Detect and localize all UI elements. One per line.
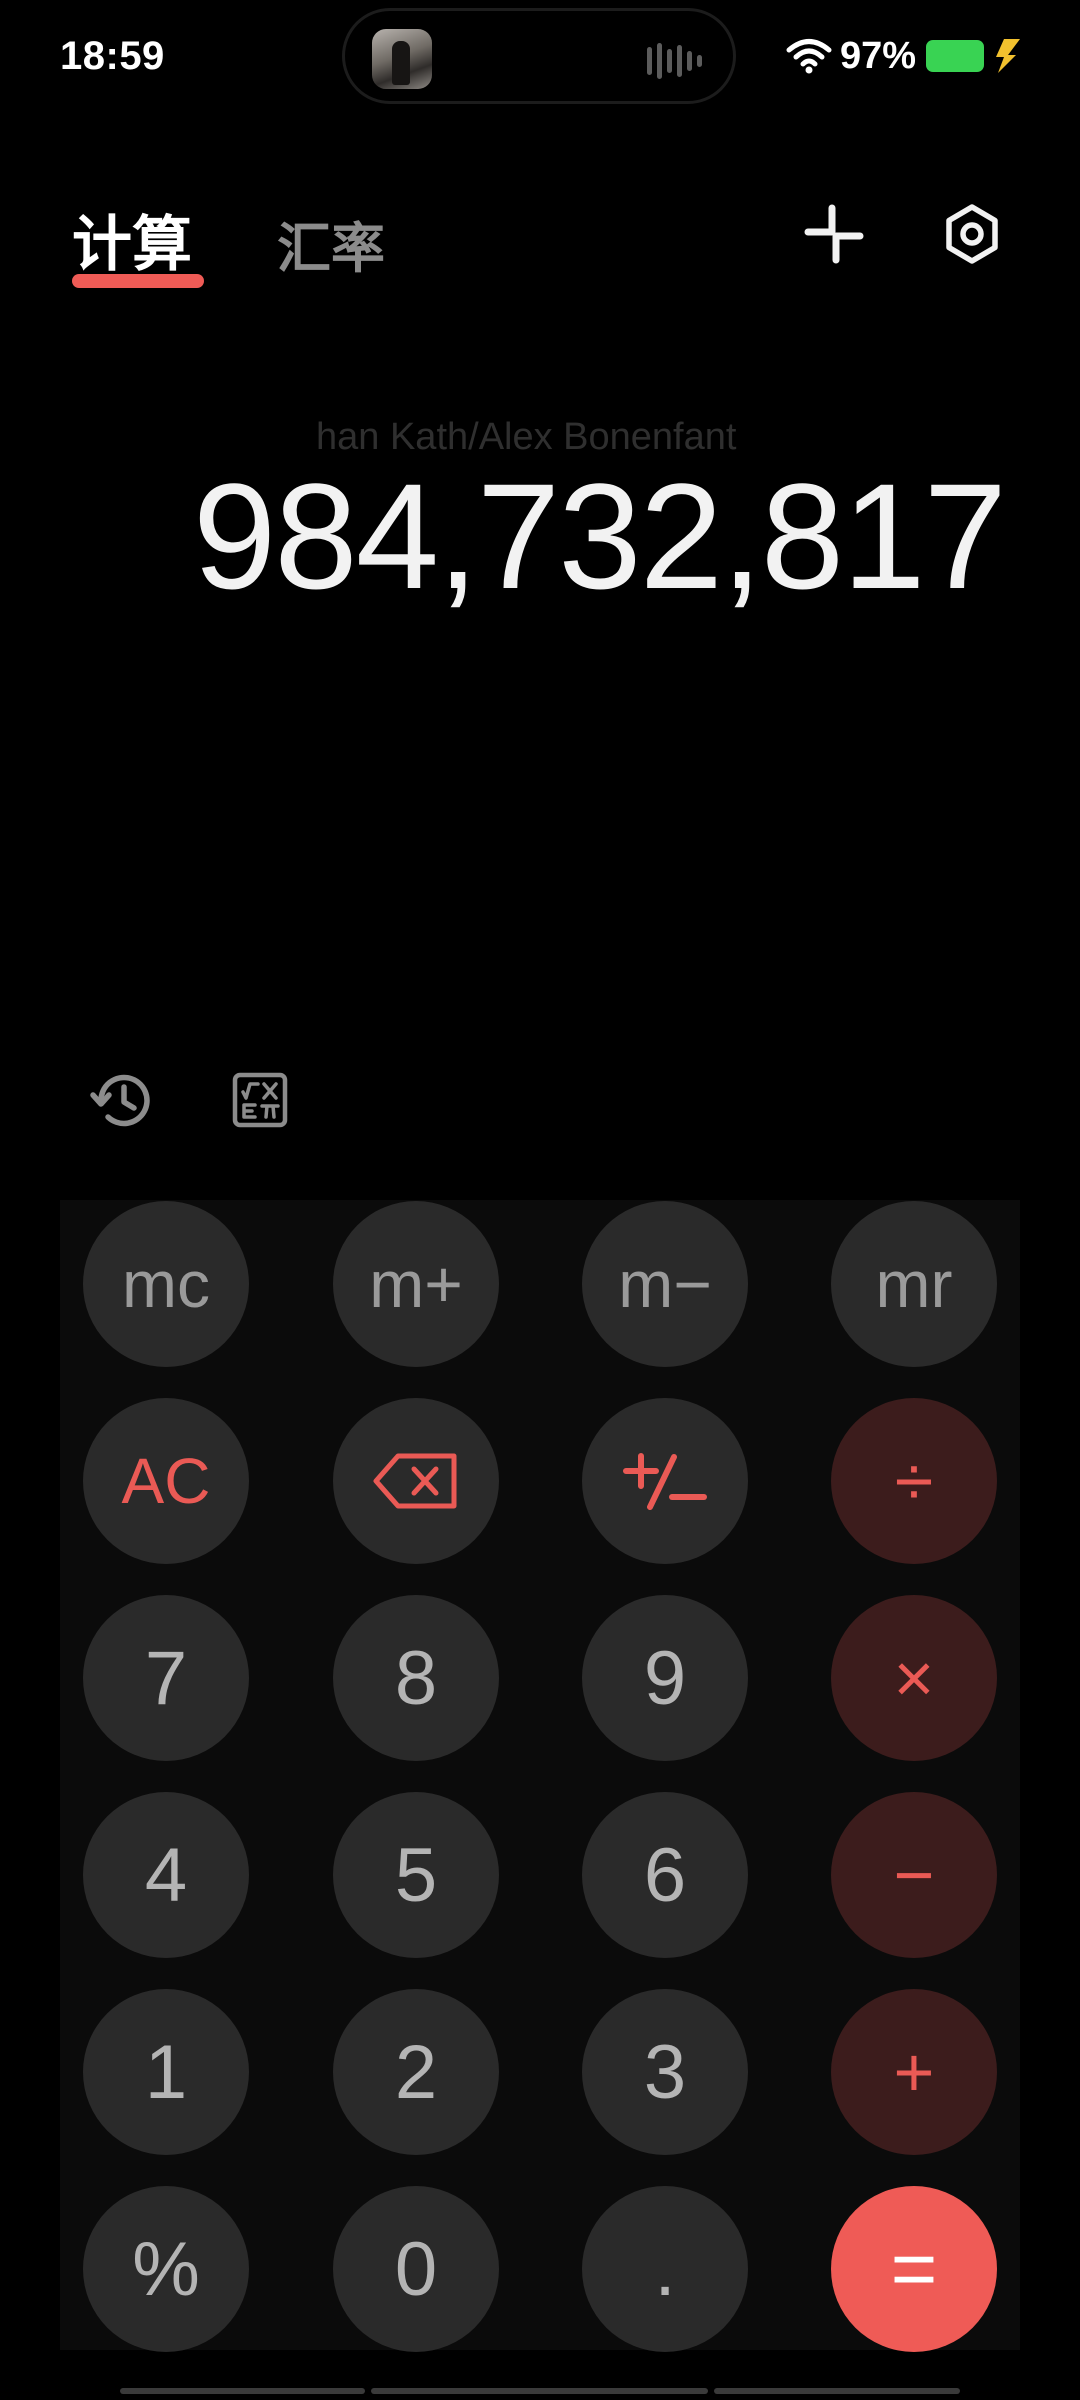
backspace-button[interactable] xyxy=(333,1398,499,1564)
nav-gesture-bar-left xyxy=(120,2388,365,2394)
plus-minus-icon xyxy=(623,1453,707,1510)
digit-4-button[interactable]: 4 xyxy=(83,1792,249,1958)
history-icon[interactable] xyxy=(90,1068,156,1134)
charging-icon xyxy=(996,39,1020,73)
status-indicators: 97% xyxy=(786,28,1022,84)
dynamic-island[interactable] xyxy=(342,8,736,104)
digit-9-button[interactable]: 9 xyxy=(582,1595,748,1761)
mr-button[interactable]: mr xyxy=(831,1201,997,1367)
tab-active-indicator xyxy=(72,274,204,288)
nav-gesture-bar-right xyxy=(714,2388,960,2394)
tab-exchange-rate[interactable]: 汇率 xyxy=(277,204,385,283)
result-display: 984,732,817 xyxy=(192,452,1007,620)
digit-6-button[interactable]: 6 xyxy=(582,1792,748,1958)
audio-wave-icon xyxy=(647,43,702,79)
digit-3-button[interactable]: 3 xyxy=(582,1989,748,2155)
keypad: mc m+ m− mr AC ÷ 7 8 9 × 4 5 6 − 1 2 3 +… xyxy=(60,1200,1020,2352)
digit-5-button[interactable]: 5 xyxy=(333,1792,499,1958)
status-bar: 18:59 97% xyxy=(0,0,1080,118)
percent-button[interactable]: % xyxy=(83,2186,249,2352)
equals-button[interactable]: = xyxy=(831,2186,997,2352)
battery-icon xyxy=(926,40,984,72)
media-thumbnail[interactable] xyxy=(372,29,432,89)
digit-8-button[interactable]: 8 xyxy=(333,1595,499,1761)
m-plus-button[interactable]: m+ xyxy=(333,1201,499,1367)
digit-1-button[interactable]: 1 xyxy=(83,1989,249,2155)
collapse-icon[interactable] xyxy=(802,202,866,266)
all-clear-button[interactable]: AC xyxy=(83,1398,249,1564)
nav-gesture-bar-center xyxy=(371,2388,708,2394)
battery-percent: 97% xyxy=(839,34,916,77)
digit-7-button[interactable]: 7 xyxy=(83,1595,249,1761)
subtract-button[interactable]: − xyxy=(831,1792,997,1958)
add-button[interactable]: + xyxy=(831,1989,997,2155)
multiply-button[interactable]: × xyxy=(831,1595,997,1761)
mc-button[interactable]: mc xyxy=(83,1201,249,1367)
plus-minus-button[interactable] xyxy=(582,1398,748,1564)
digit-0-button[interactable]: 0 xyxy=(333,2186,499,2352)
digit-2-button[interactable]: 2 xyxy=(333,1989,499,2155)
m-minus-button[interactable]: m− xyxy=(582,1201,748,1367)
tab-calculate[interactable]: 计算 xyxy=(72,196,192,283)
scientific-icon[interactable] xyxy=(232,1072,288,1128)
settings-icon[interactable] xyxy=(940,202,1004,266)
decimal-button[interactable]: . xyxy=(582,2186,748,2352)
status-time: 18:59 xyxy=(60,34,165,78)
backspace-icon xyxy=(373,1453,457,1509)
divide-button[interactable]: ÷ xyxy=(831,1398,997,1564)
wifi-icon xyxy=(786,39,832,74)
top-bar: 计算 汇率 xyxy=(0,190,1080,300)
